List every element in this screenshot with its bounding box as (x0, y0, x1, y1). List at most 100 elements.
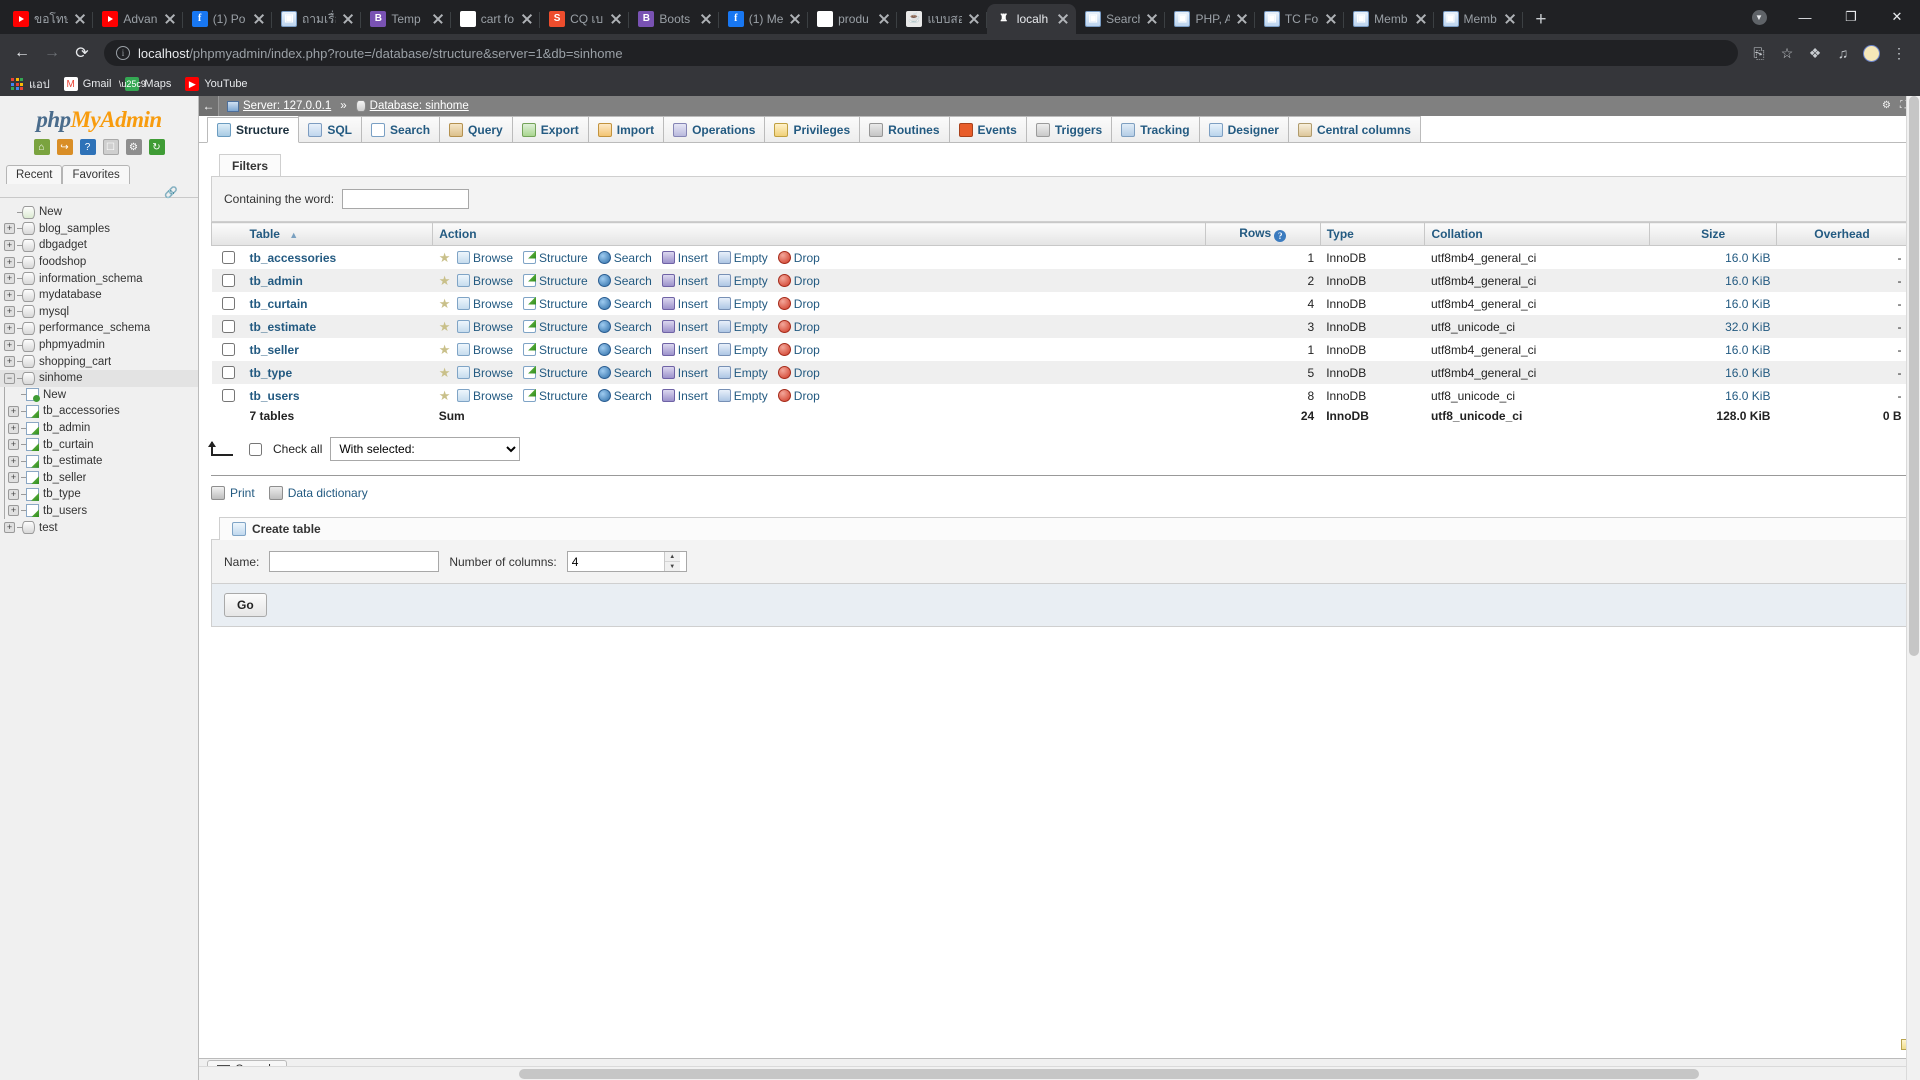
forward-button[interactable]: → (38, 39, 66, 67)
tab-structure[interactable]: Structure (207, 117, 300, 143)
tree-node-tb-accessories[interactable]: + tb_accessories (0, 403, 198, 420)
action-browse[interactable]: Browse (473, 320, 513, 334)
action-drop[interactable]: Drop (794, 320, 820, 334)
action-search[interactable]: Search (614, 366, 652, 380)
action-drop[interactable]: Drop (794, 343, 820, 357)
print-link[interactable]: Print (211, 486, 255, 500)
number-of-columns-stepper[interactable]: ▲ ▼ (566, 551, 687, 572)
address-bar[interactable]: i localhost/phpmyadmin/index.php?route=/… (104, 40, 1738, 66)
tree-expander-icon[interactable]: + (8, 455, 19, 467)
row-checkbox[interactable] (221, 343, 235, 356)
home-icon[interactable]: ⌂ (33, 139, 50, 155)
tree-expander-icon[interactable]: + (8, 439, 19, 451)
action-empty[interactable]: Empty (734, 320, 768, 334)
col-rows[interactable]: Rows? (1204, 222, 1321, 246)
size-link[interactable]: 32.0 KiB (1725, 320, 1770, 334)
favorite-star-icon[interactable]: ★ (439, 273, 451, 288)
minimize-button[interactable]: — (1782, 0, 1828, 34)
action-insert[interactable]: Insert (678, 320, 708, 334)
new-tab-button[interactable]: + (1527, 6, 1555, 34)
bookmark-youtube[interactable]: ▶ YouTube (185, 77, 248, 91)
action-browse[interactable]: Browse (473, 274, 513, 288)
action-empty[interactable]: Empty (734, 297, 768, 311)
table-name-link[interactable]: tb_curtain (250, 297, 308, 311)
action-structure[interactable]: Structure (539, 251, 588, 265)
browser-tab[interactable]: ▣ Memb (1344, 4, 1434, 34)
action-browse[interactable]: Browse (473, 343, 513, 357)
tree-expander-icon[interactable]: + (4, 273, 15, 285)
back-button[interactable]: ← (8, 39, 36, 67)
tree-expander-icon[interactable]: + (8, 405, 19, 417)
action-empty[interactable]: Empty (734, 274, 768, 288)
phpmyadmin-logo[interactable]: phpMyAdmin (0, 96, 198, 135)
tab-operations[interactable]: Operations (663, 116, 766, 142)
table-name-link[interactable]: tb_seller (250, 343, 299, 357)
action-drop[interactable]: Drop (794, 297, 820, 311)
action-empty[interactable]: Empty (734, 389, 768, 403)
close-tab-icon[interactable] (699, 12, 713, 26)
create-name-input[interactable] (269, 551, 440, 572)
bookmark-maps[interactable]: \u25c9 Maps (119, 77, 171, 91)
browser-tab[interactable]: B Boots (629, 4, 720, 34)
tree-expander-icon[interactable]: + (4, 322, 15, 334)
tree-expander-icon[interactable]: + (4, 289, 15, 301)
tree-node-tb-seller[interactable]: + tb_seller (0, 469, 198, 487)
close-tab-icon[interactable] (1414, 12, 1428, 26)
action-search[interactable]: Search (614, 297, 652, 311)
tree-node-tb-curtain[interactable]: + tb_curtain (0, 436, 198, 453)
chrome-menu-icon[interactable]: ⋮ (1886, 40, 1912, 66)
close-tab-icon[interactable] (1235, 12, 1249, 26)
tree-node-tb-admin[interactable]: + tb_admin (0, 419, 198, 437)
tree-expander-icon[interactable]: + (8, 422, 19, 434)
size-link[interactable]: 16.0 KiB (1725, 274, 1770, 288)
favorite-star-icon[interactable]: ★ (439, 388, 451, 403)
close-tab-icon[interactable] (788, 12, 802, 26)
browser-tab[interactable]: ▣ PHP, A (1165, 4, 1256, 34)
rows-help-icon[interactable]: ? (1274, 230, 1287, 242)
browser-tab[interactable]: ♜ localh (986, 4, 1077, 34)
browser-tab[interactable]: ▣ TC For (1255, 4, 1345, 34)
tree-expander-icon[interactable]: + (4, 356, 15, 368)
breadcrumb-database[interactable]: Database: sinhome (370, 100, 469, 112)
size-link[interactable]: 16.0 KiB (1725, 343, 1770, 357)
close-tab-icon[interactable] (609, 12, 623, 26)
tab-privileges[interactable]: Privileges (764, 116, 861, 142)
action-structure[interactable]: Structure (539, 366, 588, 380)
action-structure[interactable]: Structure (539, 343, 588, 357)
tab-designer[interactable]: Designer (1198, 116, 1289, 142)
row-checkbox[interactable] (221, 274, 235, 287)
close-tab-icon[interactable] (73, 12, 87, 26)
maximize-button[interactable]: ❐ (1828, 0, 1874, 34)
col-collation[interactable]: Collation (1424, 222, 1651, 246)
tab-sql[interactable]: SQL (298, 116, 363, 142)
size-link[interactable]: 16.0 KiB (1725, 297, 1770, 311)
close-window-button[interactable]: ✕ (1874, 0, 1920, 34)
tree-expander-icon[interactable]: + (4, 239, 15, 251)
tab-triggers[interactable]: Triggers (1025, 116, 1113, 142)
browser-tab[interactable]: ☕ แบบสอ (897, 4, 988, 34)
browser-tab[interactable]: ▣ Memb (1434, 4, 1524, 34)
tree-node-sinhome[interactable]: − sinhome (0, 369, 198, 387)
action-browse[interactable]: Browse (473, 251, 513, 265)
action-empty[interactable]: Empty (734, 343, 768, 357)
browser-tab[interactable]: Gcart fo (451, 4, 541, 34)
table-name-link[interactable]: tb_users (250, 389, 300, 403)
favorite-star-icon[interactable]: ★ (439, 296, 451, 311)
action-insert[interactable]: Insert (678, 251, 708, 265)
tree-expander-icon[interactable]: + (4, 339, 15, 351)
tree-node-mydatabase[interactable]: + mydatabase (0, 287, 198, 304)
tree-expander-icon[interactable]: + (8, 488, 19, 500)
tree-node-test[interactable]: + test (0, 519, 198, 536)
stepper-down-icon[interactable]: ▼ (664, 562, 680, 571)
action-search[interactable]: Search (614, 389, 652, 403)
row-checkbox[interactable] (221, 320, 235, 333)
size-link[interactable]: 16.0 KiB (1725, 251, 1770, 265)
size-link[interactable]: 16.0 KiB (1725, 389, 1770, 403)
recent-tab[interactable]: Recent (6, 165, 63, 184)
favorite-star-icon[interactable]: ★ (439, 365, 451, 380)
close-tab-icon[interactable] (520, 12, 534, 26)
tree-expander-icon[interactable]: + (8, 505, 19, 517)
action-search[interactable]: Search (614, 274, 652, 288)
with-selected-select[interactable]: With selected: (330, 437, 521, 461)
action-drop[interactable]: Drop (794, 389, 820, 403)
